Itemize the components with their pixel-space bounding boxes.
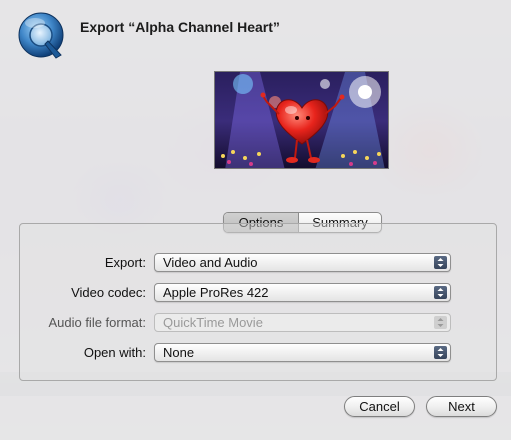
dialog-title: Export “Alpha Channel Heart” xyxy=(80,19,280,35)
video-codec-popup-value: Apple ProRes 422 xyxy=(163,285,269,300)
video-preview xyxy=(214,71,389,169)
open-with-popup[interactable]: None xyxy=(154,343,451,362)
up-down-arrows-icon xyxy=(434,316,447,329)
open-with-label: Open with: xyxy=(83,345,146,360)
quicktime-icon xyxy=(17,11,67,61)
export-popup[interactable]: Video and Audio xyxy=(154,253,451,272)
export-popup-value: Video and Audio xyxy=(163,255,258,270)
next-button[interactable]: Next xyxy=(426,396,497,417)
cancel-button[interactable]: Cancel xyxy=(344,396,415,417)
open-with-popup-value: None xyxy=(163,345,195,360)
video-codec-popup[interactable]: Apple ProRes 422 xyxy=(154,283,451,302)
audio-file-format-popup-value: QuickTime Movie xyxy=(163,315,263,330)
video-codec-label: Video codec: xyxy=(71,285,146,300)
audio-file-format-label: Audio file format: xyxy=(48,315,146,330)
audio-file-format-popup: QuickTime Movie xyxy=(154,313,451,332)
export-sheet: Export “Alpha Channel Heart” Options Sum… xyxy=(0,0,511,440)
up-down-arrows-icon xyxy=(434,256,447,269)
up-down-arrows-icon xyxy=(434,286,447,299)
up-down-arrows-icon xyxy=(434,346,447,359)
export-label: Export: xyxy=(104,255,146,270)
